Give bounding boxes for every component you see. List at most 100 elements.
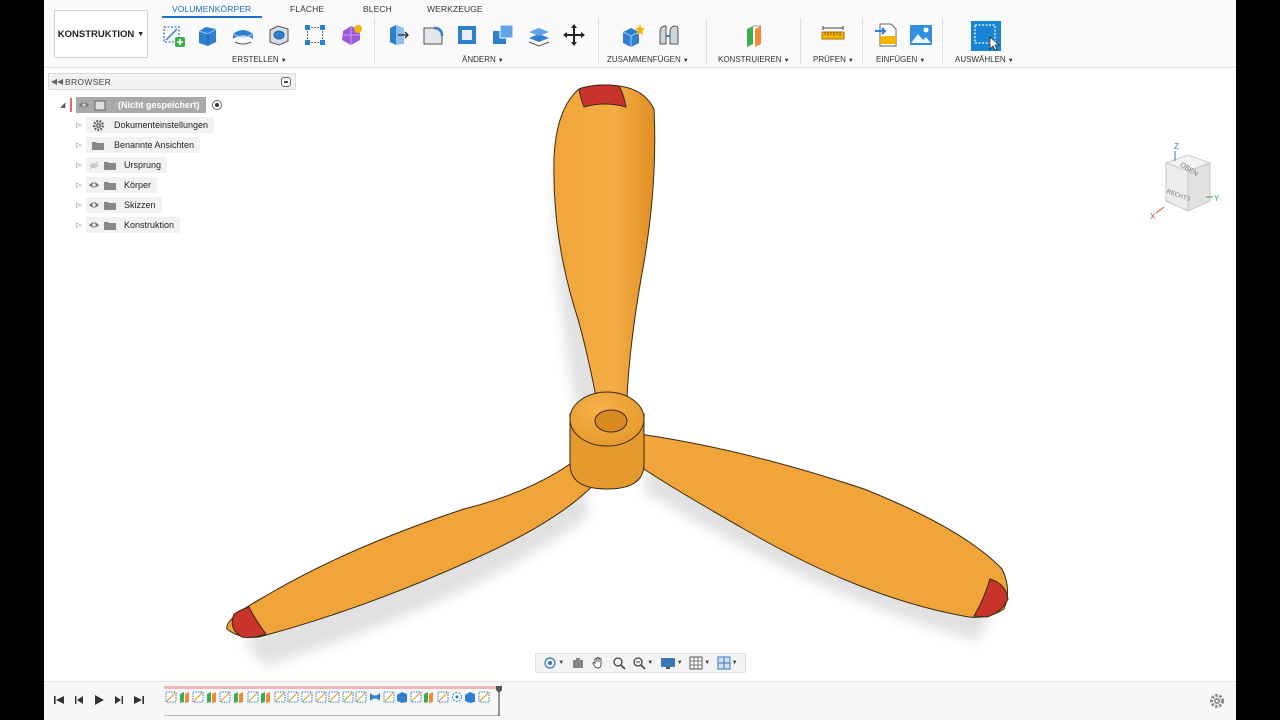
propeller-model[interactable] (44, 69, 1236, 680)
fit-button[interactable]: ▼ (632, 656, 653, 670)
tab-volumenkoerper[interactable]: VOLUMENKÖRPER (172, 4, 251, 14)
go-to-start-button[interactable] (50, 692, 68, 708)
step-forward-button[interactable] (110, 692, 128, 708)
create-sketch-tool[interactable] (160, 22, 186, 48)
select-tool[interactable] (970, 20, 1002, 52)
timeline-feature-plane-icon[interactable] (178, 690, 192, 704)
joint-tool[interactable] (656, 22, 682, 48)
timeline-feature-extrude-icon[interactable] (395, 690, 409, 704)
pin-toggle-icon[interactable] (281, 76, 291, 87)
eye-hidden-icon[interactable] (86, 161, 102, 170)
expand-triangle-icon[interactable]: ▷ (76, 161, 86, 169)
form-tool[interactable] (338, 22, 364, 48)
timeline-feature-sketch-icon[interactable] (341, 690, 355, 704)
timeline-feature-sketch-icon[interactable] (409, 690, 423, 704)
expand-triangle-icon[interactable]: ◢ (60, 101, 70, 109)
einfuegen-menu[interactable]: EINFÜGEN ▼ (876, 55, 925, 64)
toolbar-divider (862, 18, 863, 64)
press-pull-tool[interactable] (384, 22, 410, 48)
expand-triangle-icon[interactable]: ▷ (76, 121, 86, 129)
expand-triangle-icon[interactable]: ▷ (76, 221, 86, 229)
browser-item-benannte-ansichten[interactable]: ▷ Benannte Ansichten (76, 137, 201, 153)
timeline-feature-sketch-icon[interactable] (218, 690, 232, 704)
timeline-feature-sketch-icon[interactable] (300, 690, 314, 704)
timeline-feature-sketch-icon[interactable] (354, 690, 368, 704)
erstellen-menu[interactable]: ERSTELLEN ▼ (232, 55, 287, 64)
timeline-settings-button[interactable] (1208, 692, 1226, 710)
combine-tool[interactable] (490, 22, 516, 48)
tab-flaeche[interactable]: FLÄCHE (290, 4, 324, 14)
viewports-button[interactable]: ▼ (717, 656, 738, 670)
timeline-feature-sketch-icon[interactable] (382, 690, 396, 704)
insert-svg-tool[interactable] (874, 22, 900, 48)
tab-blech[interactable]: BLECH (363, 4, 392, 14)
browser-root-node[interactable]: ◢ (Nicht gespeichert) (60, 97, 222, 113)
timeline-feature-plane-icon[interactable] (205, 690, 219, 704)
pan-button[interactable] (591, 656, 605, 670)
timeline-marker[interactable] (496, 686, 502, 716)
timeline-feature-plane-icon[interactable] (422, 690, 436, 704)
timeline-feature-extrude-icon[interactable] (463, 690, 477, 704)
revolve-tool[interactable] (230, 22, 256, 48)
timeline-feature-sketch-icon[interactable] (436, 690, 450, 704)
auswaehlen-menu[interactable]: AUSWÄHLEN ▼ (955, 55, 1014, 64)
browser-item-ursprung[interactable]: ▷ Ursprung (76, 157, 168, 173)
offset-plane-tool[interactable] (742, 22, 768, 48)
move-copy-tool[interactable] (561, 22, 587, 48)
pruefen-menu[interactable]: PRÜFEN ▼ (813, 55, 854, 64)
fillet-tool[interactable] (420, 22, 446, 48)
collapse-double-chevron-icon[interactable]: ◀◀ (49, 77, 65, 86)
expand-triangle-icon[interactable]: ▷ (76, 181, 86, 189)
measure-ruler-icon (821, 26, 845, 40)
timeline-feature-sketch-icon[interactable] (164, 690, 178, 704)
grid-settings-button[interactable]: ▼ (689, 656, 710, 670)
timeline-feature-sketch-icon[interactable] (286, 690, 300, 704)
browser-item-skizzen[interactable]: ▷ Skizzen (76, 197, 162, 213)
timeline-feature-sketch-icon[interactable] (273, 690, 287, 704)
new-component-tool[interactable] (620, 22, 646, 48)
expand-triangle-icon[interactable]: ▷ (76, 201, 86, 209)
timeline-feature-sketch-icon[interactable] (477, 690, 491, 704)
workspace-label: KONSTRUKTION (57, 28, 135, 40)
go-to-end-button[interactable] (130, 692, 148, 708)
eye-icon[interactable] (86, 181, 102, 189)
zoom-button[interactable] (612, 656, 626, 670)
activate-radio-icon[interactable] (211, 100, 222, 110)
timeline-feature-sketch-icon[interactable] (191, 690, 205, 704)
orbit-button[interactable]: ▼ (543, 656, 564, 670)
browser-item-koerper[interactable]: ▷ Körper (76, 177, 158, 193)
browser-item-dokumenteinstellungen[interactable]: ▷ Dokumenteinstellungen (76, 117, 215, 133)
revolve-icon (232, 30, 254, 45)
browser-item-konstruktion[interactable]: ▷ Konstruktion (76, 217, 181, 233)
pattern-tool[interactable] (302, 22, 328, 48)
tab-werkzeuge[interactable]: WERKZEUGE (427, 4, 483, 14)
timeline-feature-loft-icon[interactable] (368, 690, 382, 704)
3d-viewport[interactable]: OBEN RECHTS Z Y X (44, 69, 1236, 680)
extrude-tool[interactable] (194, 22, 220, 48)
zusammenfuegen-menu[interactable]: ZUSAMMENFÜGEN ▼ (607, 55, 689, 64)
look-at-button[interactable] (571, 656, 585, 670)
aendern-menu[interactable]: ÄNDERN ▼ (462, 55, 504, 64)
expand-triangle-icon[interactable]: ▷ (76, 141, 86, 149)
step-back-button[interactable] (70, 692, 88, 708)
timeline-feature-plane-icon[interactable] (259, 690, 273, 704)
timeline-feature-sketch-icon[interactable] (246, 690, 260, 704)
hole-tool[interactable] (266, 22, 292, 48)
konstruieren-menu[interactable]: KONSTRUIEREN ▼ (718, 55, 790, 64)
timeline-feature-plane-icon[interactable] (232, 690, 246, 704)
eye-icon[interactable] (76, 101, 92, 109)
display-settings-button[interactable]: ▼ (660, 656, 683, 670)
measure-tool[interactable] (820, 22, 846, 48)
extrude-icon (198, 27, 217, 46)
insert-image-tool[interactable] (908, 22, 934, 48)
eye-icon[interactable] (86, 221, 102, 229)
offset-face-tool[interactable] (526, 22, 552, 48)
play-button[interactable] (90, 692, 108, 708)
timeline-feature-sketch-icon[interactable] (327, 690, 341, 704)
workspace-switcher-button[interactable]: KONSTRUKTION ▼ (54, 10, 148, 58)
timeline-feature-pattern-icon[interactable] (450, 690, 464, 704)
shell-tool[interactable] (454, 22, 480, 48)
viewcube[interactable]: OBEN RECHTS Z Y X (1144, 139, 1224, 229)
timeline-feature-sketch-icon[interactable] (314, 690, 328, 704)
eye-icon[interactable] (86, 201, 102, 209)
